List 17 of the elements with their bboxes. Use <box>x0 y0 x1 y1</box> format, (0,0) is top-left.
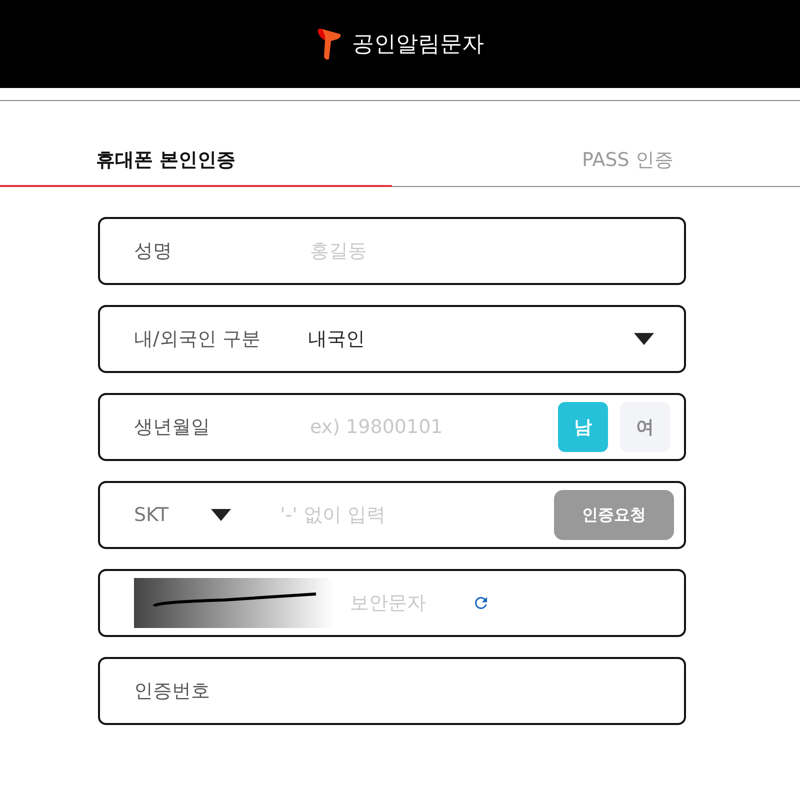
dropdown-caret-icon <box>210 509 231 521</box>
auth-tab[interactable]: PASS 인증 <box>392 147 784 187</box>
dropdown-caret-icon <box>634 333 654 345</box>
nationality-select[interactable]: 내/외국인 구분 내국인 <box>98 305 686 373</box>
app-title: 공인알림문자 <box>352 31 484 59</box>
logo-icon <box>316 26 342 62</box>
field-label: 생년월일 <box>134 415 211 440</box>
select-value: 내국인 <box>308 327 366 352</box>
field-label: 내/외국인 구분 <box>134 327 262 352</box>
gender-button[interactable]: 여 <box>620 402 670 452</box>
refresh-icon[interactable] <box>472 594 490 612</box>
auth-tab[interactable]: 휴대폰 본인인증 <box>0 147 392 187</box>
code-field[interactable]: 인증번호 <box>98 657 686 725</box>
request-button[interactable]: 인증요청 <box>554 490 674 540</box>
field-label: 성명 <box>134 239 173 264</box>
field-label: 인증번호 <box>134 679 211 704</box>
carrier-select[interactable]: SKT <box>134 504 278 526</box>
